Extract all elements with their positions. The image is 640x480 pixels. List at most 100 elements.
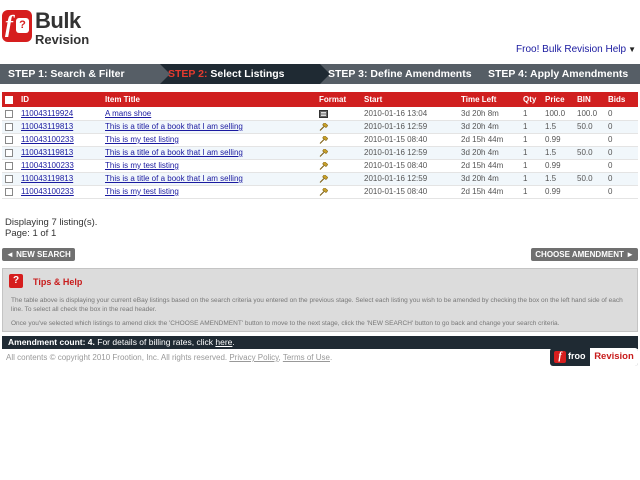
col-header-bids: Bids <box>608 95 626 104</box>
table-row: 110043119813 This is a title of a book th… <box>2 172 638 185</box>
cell-time-left: 3d 20h 4m <box>461 148 499 157</box>
listing-id-link[interactable]: 110043100233 <box>21 135 74 144</box>
billing-rates-link[interactable]: here <box>215 337 232 347</box>
listing-title-link[interactable]: This is a title of a book that I am sell… <box>105 148 243 157</box>
cell-start: 2010-01-16 12:59 <box>364 148 428 157</box>
col-header-price: Price <box>545 95 565 104</box>
listing-id-link[interactable]: 110043100233 <box>21 161 74 170</box>
table-row: 110043119924 A mans shoe 2010-01-16 13:04 3… <box>2 107 638 120</box>
cell-start: 2010-01-15 08:40 <box>364 135 428 144</box>
amendment-count-bar: Amendment count: 4. For details of billi… <box>2 336 638 349</box>
cell-bin: 50.0 <box>577 148 593 157</box>
step-3: STEP 3: Define Amendments <box>320 64 490 84</box>
cell-start: 2010-01-15 08:40 <box>364 187 428 196</box>
froo-revision-brand: f froo Revision <box>550 348 638 366</box>
gavel-icon <box>319 174 328 183</box>
col-header-qty: Qty <box>523 95 537 104</box>
wizard-steps: STEP 1: Search & Filter STEP 2: Select Li… <box>0 64 640 84</box>
listing-id-link[interactable]: 110043119813 <box>21 174 73 183</box>
cell-price: 1.5 <box>545 122 557 131</box>
listing-id-link[interactable]: 110043119924 <box>21 109 73 118</box>
table-header-row: ID Item Title Format Start Time Left Qty… <box>2 92 638 107</box>
table-row: 110043119813 This is a title of a book th… <box>2 120 638 133</box>
cell-time-left: 3d 20h 4m <box>461 174 499 183</box>
cell-bids: 0 <box>608 161 613 170</box>
store-icon <box>319 109 328 118</box>
tips-panel: ? Tips & Help The table above is display… <box>2 268 638 332</box>
gavel-icon <box>319 187 328 196</box>
brand-froo: froo <box>568 351 586 361</box>
listing-summary: Displaying 7 listing(s). Page: 1 of 1 <box>5 217 97 239</box>
cell-bin: 100.0 <box>577 108 598 118</box>
col-header-title: Item Title <box>105 95 140 104</box>
cell-price: 1.5 <box>545 148 557 157</box>
step-2: STEP 2: Select Listings <box>160 64 330 84</box>
terms-of-use-link[interactable]: Terms of Use <box>283 353 330 362</box>
gavel-icon <box>319 135 328 144</box>
tips-title: Tips & Help <box>33 277 83 287</box>
cell-start: 2010-01-16 12:59 <box>364 122 428 131</box>
footer: All contents © copyright 2010 Frootion, … <box>6 353 333 362</box>
cell-time-left: 2d 15h 44m <box>461 187 504 196</box>
row-checkbox[interactable] <box>5 161 13 170</box>
table-row: 110043100233 This is my test listing 2010-… <box>2 133 638 146</box>
cell-price: 100.0 <box>545 108 566 118</box>
cell-time-left: 2d 15h 44m <box>461 135 504 144</box>
table-row: 110043119813 This is a title of a book th… <box>2 146 638 159</box>
copyright-text: All contents © copyright 2010 Frootion, … <box>6 353 230 362</box>
cell-price: 0.99 <box>545 135 561 144</box>
cell-time-left: 3d 20h 4m <box>461 122 499 131</box>
privacy-policy-link[interactable]: Privacy Policy <box>229 353 278 362</box>
logo-badge-icon: f ? <box>2 10 32 42</box>
cell-qty: 1 <box>523 187 528 196</box>
listing-id-link[interactable]: 110043119813 <box>21 122 73 131</box>
tips-text-1: The table above is displaying your curre… <box>11 297 623 313</box>
cell-bids: 0 <box>608 108 613 118</box>
help-menu-link[interactable]: Froo! Bulk Revision Help ▼ <box>516 44 636 55</box>
gavel-icon <box>319 122 328 131</box>
amendment-count: Amendment count: 4. <box>8 337 95 347</box>
listings-table-container: ID Item Title Format Start Time Left Qty… <box>2 92 638 199</box>
page-indicator: Page: 1 of 1 <box>5 228 57 239</box>
cell-bin: 50.0 <box>577 174 593 183</box>
brand-revision: Revision <box>590 348 638 366</box>
gavel-icon <box>319 148 328 157</box>
step-1: STEP 1: Search & Filter <box>0 64 170 84</box>
col-header-start: Start <box>364 95 383 104</box>
row-checkbox[interactable] <box>5 122 13 131</box>
row-checkbox[interactable] <box>5 174 13 183</box>
cell-time-left: 2d 15h 44m <box>461 161 504 170</box>
listing-title-link[interactable]: This is my test listing <box>105 135 179 144</box>
cell-bin: 50.0 <box>577 122 593 131</box>
cell-qty: 1 <box>523 108 528 118</box>
cell-bin <box>574 185 605 198</box>
col-header-bin: BIN <box>577 95 591 104</box>
listing-id-link[interactable]: 110043100233 <box>21 187 74 196</box>
listing-id-link[interactable]: 110043119813 <box>21 148 73 157</box>
cell-qty: 1 <box>523 174 528 183</box>
logo-subtitle: Revision <box>35 32 90 47</box>
cell-qty: 1 <box>523 122 528 131</box>
col-header-format: Format <box>319 95 347 104</box>
listing-title-link[interactable]: This is my test listing <box>105 187 179 196</box>
froo-logo-icon: f <box>554 351 566 363</box>
cell-start: 2010-01-16 13:04 <box>364 108 428 118</box>
new-search-button[interactable]: ◄ NEW SEARCH <box>2 248 75 261</box>
listing-title-link[interactable]: This is my test listing <box>105 161 179 170</box>
row-checkbox[interactable] <box>5 148 13 157</box>
cell-bin <box>574 133 605 146</box>
row-checkbox[interactable] <box>5 109 13 118</box>
choose-amendment-button[interactable]: CHOOSE AMENDMENT ► <box>531 248 638 261</box>
cell-qty: 1 <box>523 135 528 144</box>
cell-bids: 0 <box>608 135 613 144</box>
listing-title-link[interactable]: This is a title of a book that I am sell… <box>105 122 243 131</box>
listing-title-link[interactable]: This is a title of a book that I am sell… <box>105 174 243 183</box>
cell-bids: 0 <box>608 187 613 196</box>
row-checkbox[interactable] <box>5 135 13 144</box>
select-all-checkbox[interactable] <box>5 95 13 104</box>
listing-title-link[interactable]: A mans shoe <box>105 109 151 118</box>
cell-bids: 0 <box>608 174 613 183</box>
row-checkbox[interactable] <box>5 187 13 196</box>
logo-title: Bulk <box>35 8 81 33</box>
step-4: STEP 4: Apply Amendments <box>480 64 640 84</box>
